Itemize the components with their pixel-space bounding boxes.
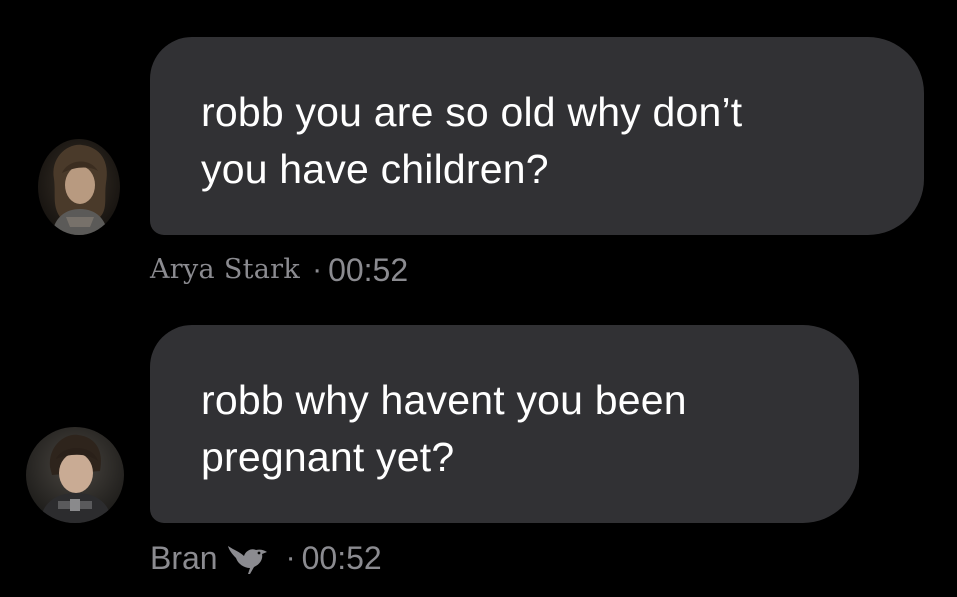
message-2: robb why havent you been pregnant yet? B… (0, 0, 957, 597)
message-text-line: pregnant yet? (201, 434, 455, 480)
sender-name[interactable]: Bran (150, 541, 218, 575)
message-bubble[interactable]: robb why havent you been pregnant yet? (150, 325, 859, 523)
meta-separator: · (285, 541, 296, 574)
avatar-portrait-icon (26, 427, 124, 523)
message-text-line: robb why havent you been (201, 377, 687, 423)
crow-icon (226, 540, 270, 576)
sender-avatar[interactable] (26, 427, 124, 523)
message-meta: Bran · 00:52 (150, 540, 382, 576)
message-timestamp: 00:52 (301, 540, 382, 576)
